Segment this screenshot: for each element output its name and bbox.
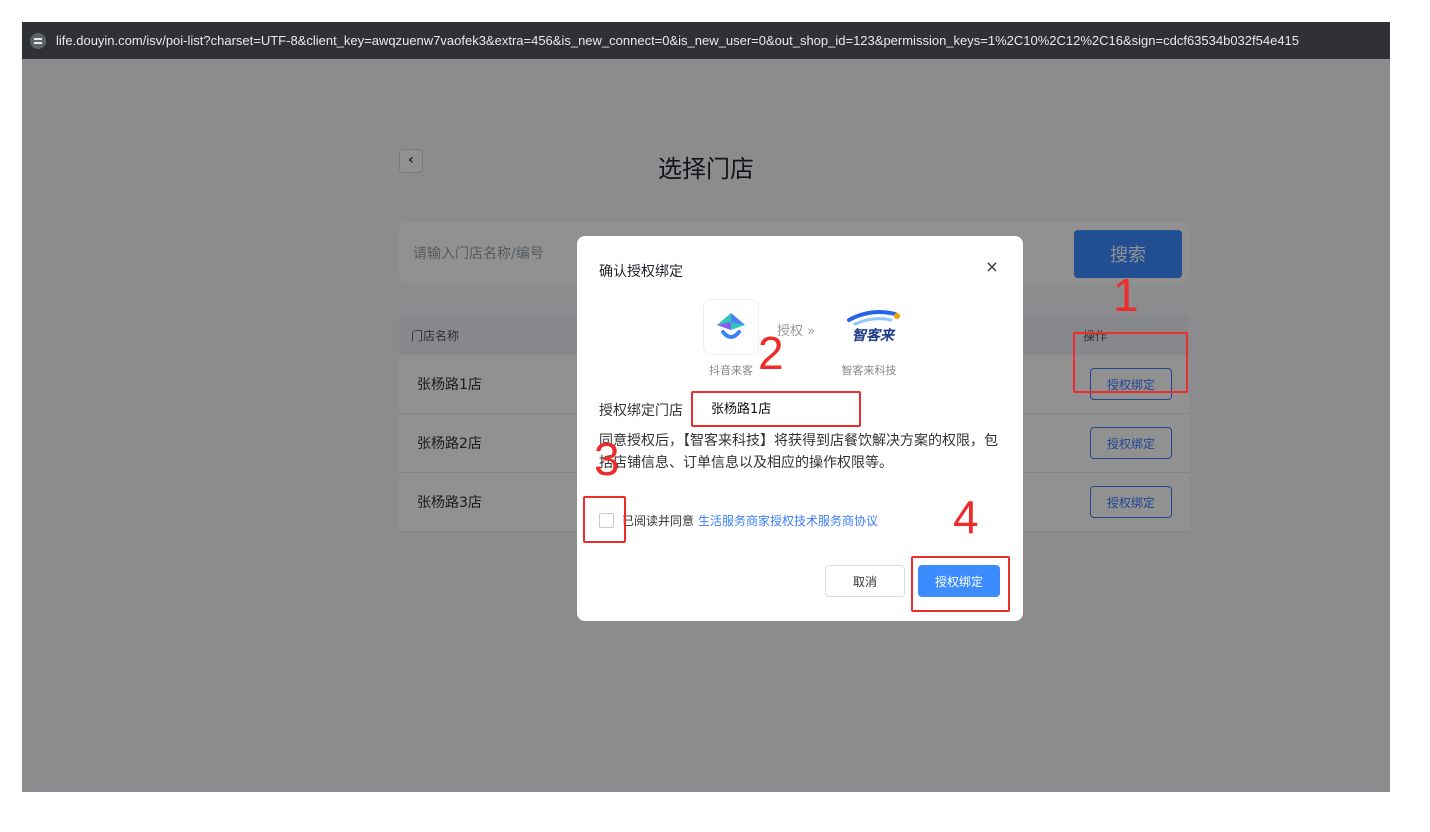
agreement-link[interactable]: 生活服务商家授权技术服务商协议 [698, 512, 878, 529]
agreement-row: 已阅读并同意 生活服务商家授权技术服务商协议 [599, 512, 878, 529]
cancel-button[interactable]: 取消 [825, 565, 905, 597]
zhikelai-logo: 智客来 [843, 306, 903, 346]
annotation-box-3 [583, 496, 626, 543]
annotation-box-2 [691, 391, 861, 427]
annotation-number-4: 4 [953, 491, 979, 543]
site-settings-icon[interactable] [30, 32, 46, 49]
url-text: life.douyin.com/isv/poi-list?charset=UTF… [56, 33, 1300, 48]
bind-store-label: 授权绑定门店 [599, 403, 683, 419]
annotation-box-4 [911, 556, 1010, 612]
annotation-box-1 [1073, 332, 1188, 393]
annotation-number-2: 2 [758, 327, 784, 379]
address-bar[interactable]: life.douyin.com/isv/poi-list?charset=UTF… [22, 22, 1390, 59]
authorization-description: 同意授权后，【智客来科技】将获得到店餐饮解决方案的权限，包括店铺信息、订单信息以… [599, 433, 998, 471]
zhikelai-logo-text: 智客来 [852, 327, 896, 344]
target-app-name: 智客来科技 [841, 364, 897, 377]
annotation-number-3: 3 [594, 433, 620, 485]
douyin-laike-logo [703, 299, 759, 355]
dialog-title: 确认授权绑定 [599, 264, 683, 280]
agree-text: 已阅读并同意 [622, 514, 695, 528]
annotation-number-1: 1 [1113, 269, 1139, 321]
close-icon[interactable]: × [981, 256, 1003, 278]
